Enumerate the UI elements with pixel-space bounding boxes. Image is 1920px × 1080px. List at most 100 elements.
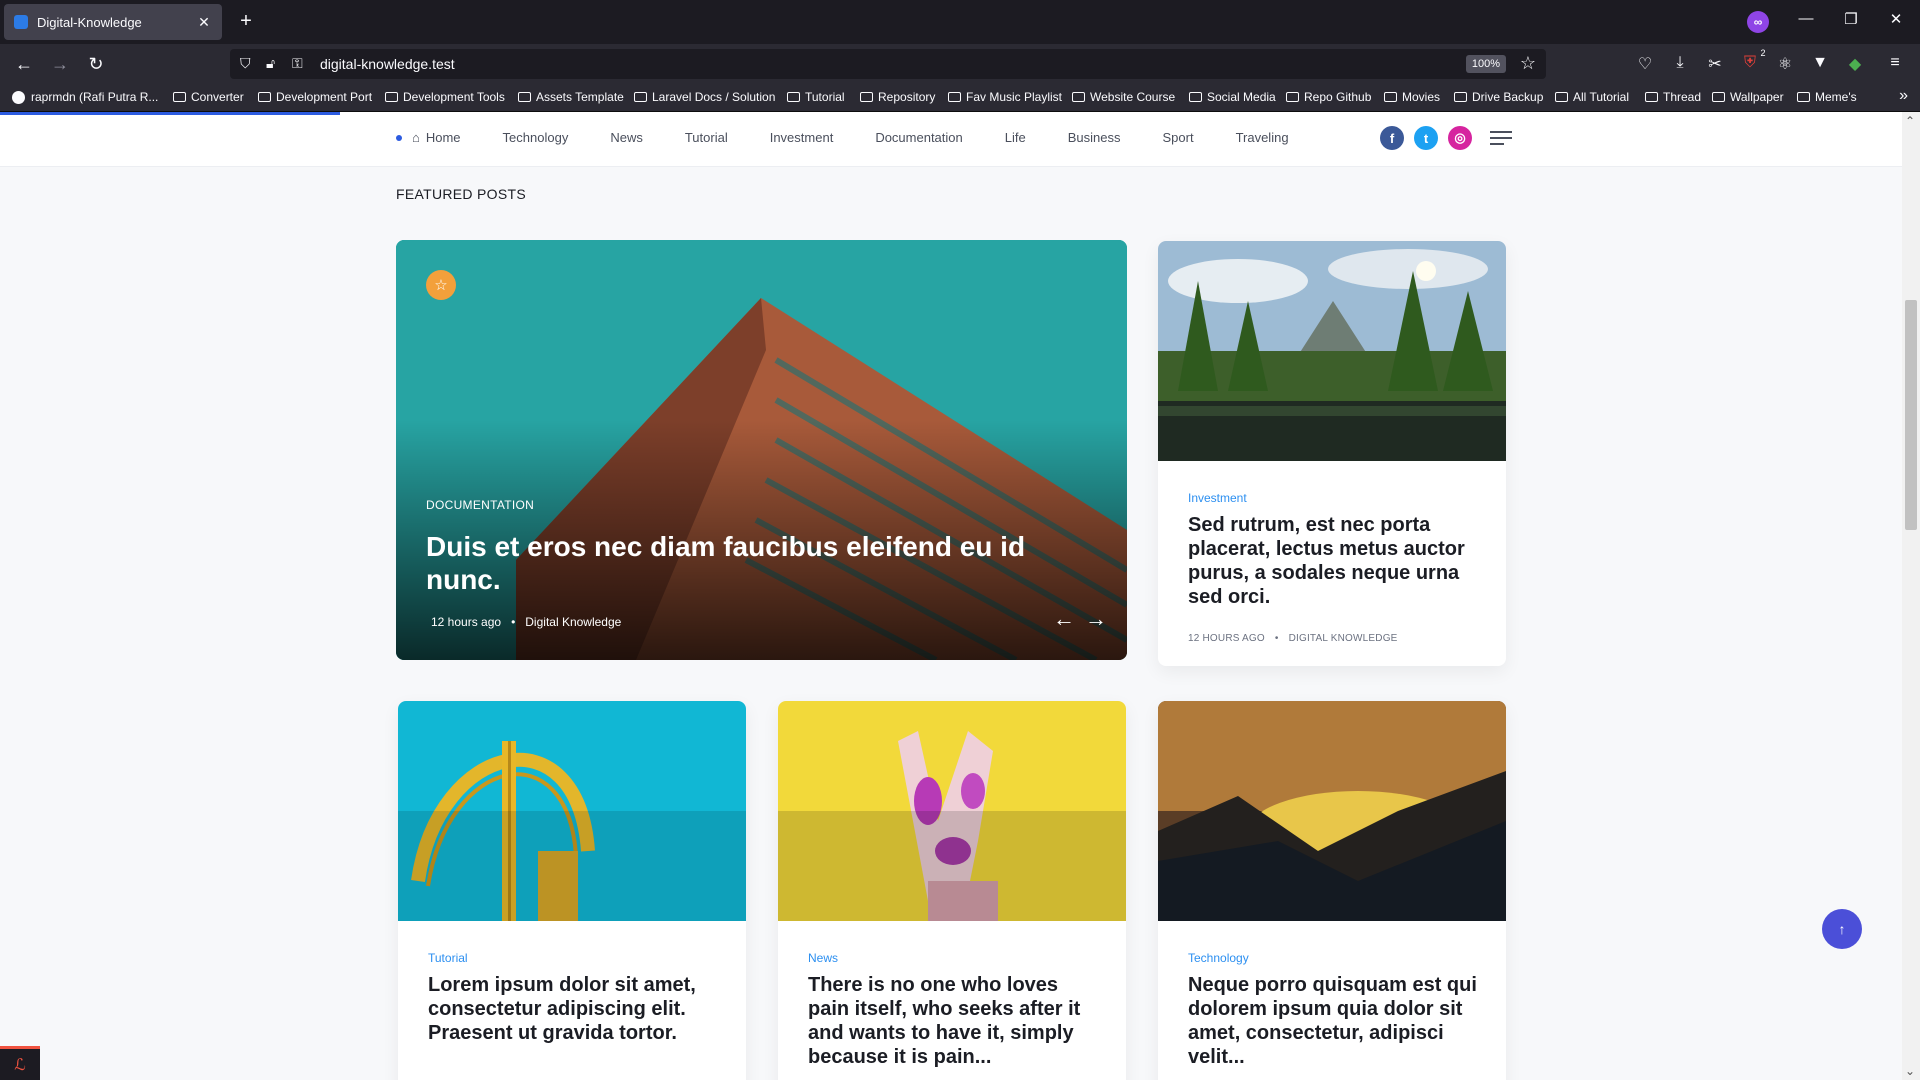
hero-time: 12 hours ago	[431, 615, 502, 629]
back-to-top-button[interactable]: ↑	[1822, 909, 1862, 949]
bookmark-folder[interactable]: Drive Backup	[1454, 90, 1543, 104]
laravel-debugbar-icon[interactable]: ℒ	[0, 1046, 40, 1080]
post-category[interactable]: Tutorial	[428, 951, 468, 965]
extension-icon[interactable]: ◆	[1844, 54, 1866, 74]
twitter-icon[interactable]: t	[1414, 126, 1438, 150]
vue-devtools-icon[interactable]: ▼	[1809, 54, 1831, 72]
folder-icon	[1797, 92, 1810, 102]
post-card[interactable]: Tutorial Lorem ipsum dolor sit amet, con…	[398, 701, 746, 1080]
forward-icon[interactable]: →	[48, 52, 72, 76]
page-load-progress	[0, 112, 340, 115]
post-thumbnail	[1158, 701, 1506, 921]
bookmark-folder[interactable]: Repo Github	[1286, 90, 1371, 104]
slider-arrows: ← →	[1043, 606, 1107, 632]
post-title[interactable]: Neque porro quisquam est qui dolorem ips…	[1188, 973, 1478, 1069]
bookmark-folder[interactable]: Movies	[1384, 90, 1440, 104]
menu-item-tutorial[interactable]: Tutorial	[685, 130, 728, 145]
zoom-level[interactable]: 100%	[1465, 55, 1506, 73]
bookmark-folder[interactable]: Fav Music Playlist	[948, 90, 1062, 104]
screenshot-icon[interactable]: ✂	[1704, 54, 1726, 74]
bookmark-folder[interactable]: Converter	[173, 90, 244, 104]
post-time: 12 HOURS AGO	[1188, 633, 1265, 644]
url-text[interactable]: digital-knowledge.test	[320, 56, 455, 72]
scroll-down-icon[interactable]: ⌄	[1905, 1064, 1915, 1078]
menu-item-sport[interactable]: Sport	[1162, 130, 1193, 145]
minimize-icon[interactable]: —	[1796, 10, 1816, 27]
menu-item-news[interactable]: News	[610, 130, 643, 145]
bookmark-folder[interactable]: Development Tools	[385, 90, 505, 104]
bookmark-folder[interactable]: Social Media	[1189, 90, 1276, 104]
bookmark-folder[interactable]: All Tutorial	[1555, 90, 1629, 104]
more-bookmarks-icon[interactable]: »	[1899, 87, 1908, 105]
prev-arrow-icon[interactable]: ←	[1053, 606, 1075, 632]
folder-icon	[1286, 92, 1299, 102]
hero-category[interactable]: DOCUMENTATION	[426, 498, 534, 512]
tab-title: Digital-Knowledge	[37, 14, 142, 30]
folder-icon	[1072, 92, 1085, 102]
post-author[interactable]: DIGITAL KNOWLEDGE	[1289, 633, 1398, 644]
meta-separator: •	[511, 615, 516, 629]
back-icon[interactable]: ←	[12, 52, 36, 76]
bookmark-folder[interactable]: Repository	[860, 90, 935, 104]
menu-item-home[interactable]: Home	[426, 130, 461, 145]
lock-icon[interactable]: 🔓︎	[266, 55, 275, 72]
menu-item-business[interactable]: Business	[1068, 130, 1121, 145]
close-window-icon[interactable]: ✕	[1886, 10, 1906, 28]
post-card[interactable]: News There is no one who loves pain itse…	[778, 701, 1126, 1080]
post-category[interactable]: Investment	[1188, 491, 1247, 505]
bookmark-folder[interactable]: Development Port	[258, 90, 372, 104]
folder-icon	[1555, 92, 1568, 102]
scrollbar-track[interactable]	[1902, 112, 1920, 1080]
menu-item-investment[interactable]: Investment	[770, 130, 834, 145]
pocket-icon[interactable]: ♡	[1634, 54, 1656, 74]
instagram-icon[interactable]: ◎	[1448, 126, 1472, 150]
shield-icon[interactable]: ⛉	[240, 55, 251, 72]
scroll-up-icon[interactable]: ⌃	[1905, 114, 1915, 128]
restore-icon[interactable]: ❐	[1841, 10, 1861, 28]
new-tab-button[interactable]: +	[236, 11, 256, 31]
menu-item-technology[interactable]: Technology	[503, 130, 569, 145]
post-card[interactable]: Investment Sed rutrum, est nec porta pla…	[1158, 241, 1506, 666]
reload-icon[interactable]: ↻	[84, 52, 108, 76]
menu-item-life[interactable]: Life	[1005, 130, 1026, 145]
private-mode-icon: ∞	[1747, 11, 1769, 33]
post-thumbnail	[1158, 241, 1506, 461]
post-title[interactable]: There is no one who loves pain itself, w…	[808, 973, 1098, 1069]
bookmark-folder[interactable]: Thread	[1645, 90, 1701, 104]
bookmark-folder[interactable]: Tutorial	[787, 90, 845, 104]
bookmark-folder[interactable]: Laravel Docs / Solution	[634, 90, 775, 104]
bookmark-folder[interactable]: Meme's	[1797, 90, 1857, 104]
downloads-icon[interactable]: ⤓	[1669, 54, 1691, 72]
key-icon[interactable]: ⚿	[292, 55, 303, 72]
rollercoaster-image	[398, 701, 746, 921]
favicon-icon	[14, 15, 28, 29]
tab-close-icon[interactable]: ✕	[196, 14, 212, 31]
hamburger-menu-icon[interactable]	[1490, 131, 1512, 149]
post-category[interactable]: Technology	[1188, 951, 1249, 965]
section-title: FEATURED POSTS	[396, 186, 526, 202]
post-title[interactable]: Sed rutrum, est nec porta placerat, lect…	[1188, 513, 1478, 609]
app-menu-icon[interactable]: ≡	[1884, 54, 1906, 72]
react-devtools-icon[interactable]: ⚛	[1774, 54, 1796, 74]
bookmark-folder[interactable]: Assets Template	[518, 90, 624, 104]
post-title[interactable]: Lorem ipsum dolor sit amet, consectetur …	[428, 973, 718, 1045]
menu-item-traveling[interactable]: Traveling	[1236, 130, 1289, 145]
hero-author[interactable]: Digital Knowledge	[525, 615, 621, 629]
facebook-icon[interactable]: f	[1380, 126, 1404, 150]
bookmark-folder[interactable]: Website Course	[1072, 90, 1175, 104]
bookmark-star-icon[interactable]: ☆	[1520, 53, 1536, 74]
hero-featured-post[interactable]: ☆ DOCUMENTATION Duis et eros nec diam fa…	[396, 240, 1127, 660]
browser-tab-bar: Digital-Knowledge ✕ + ∞ — ❐ ✕	[0, 0, 1920, 44]
post-card[interactable]: Technology Neque porro quisquam est qui …	[1158, 701, 1506, 1080]
next-arrow-icon[interactable]: →	[1085, 606, 1107, 632]
hero-title[interactable]: Duis et eros nec diam faucibus eleifend …	[426, 530, 1066, 596]
scrollbar-thumb[interactable]	[1905, 300, 1917, 530]
browser-tab[interactable]: Digital-Knowledge ✕	[4, 4, 222, 40]
menu-item-documentation[interactable]: Documentation	[875, 130, 962, 145]
forest-lake-image	[1158, 241, 1506, 461]
address-bar[interactable]: ⛉ 🔓︎ ⚿ digital-knowledge.test 100% ☆	[230, 49, 1546, 79]
home-icon[interactable]: ⌂	[412, 130, 420, 145]
post-category[interactable]: News	[808, 951, 838, 965]
bookmark-item[interactable]: raprmdn (Rafi Putra R...	[12, 90, 158, 104]
bookmark-folder[interactable]: Wallpaper	[1712, 90, 1784, 104]
